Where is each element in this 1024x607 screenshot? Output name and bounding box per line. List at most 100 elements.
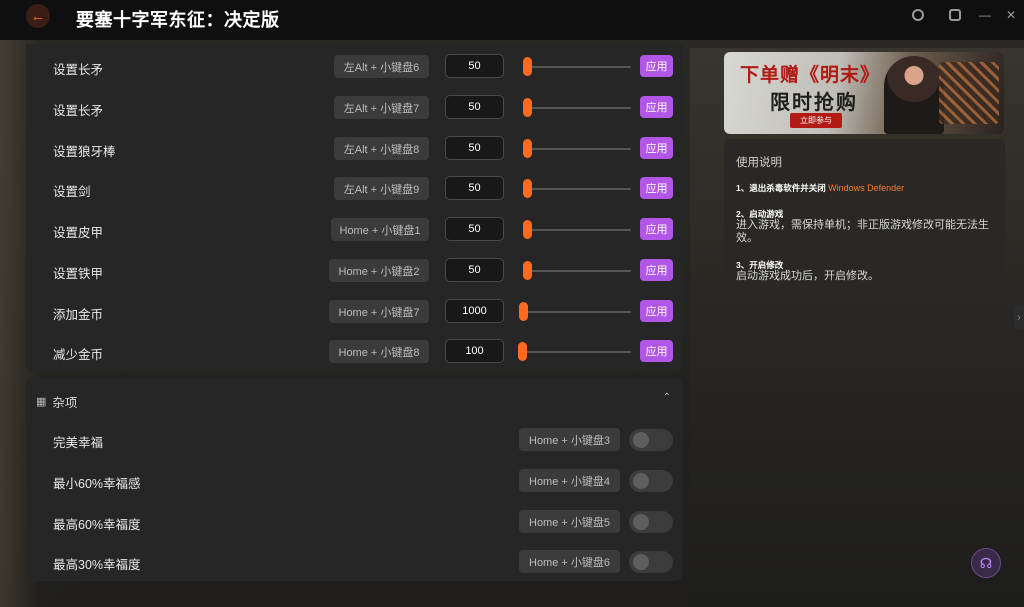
cheat-label: 添加金币 [53, 308, 104, 322]
value-slider[interactable] [524, 66, 631, 68]
slider-thumb[interactable] [523, 57, 532, 76]
apply-button[interactable]: 应用 [640, 300, 673, 322]
step3-text: 启动游戏成功后，开启修改。 [736, 270, 879, 282]
grid-icon: ▦ [36, 396, 47, 408]
minimize-button[interactable]: — [978, 8, 992, 22]
value-slider[interactable] [524, 107, 631, 109]
misc-header[interactable]: ▦ 杂项 [36, 392, 77, 411]
banner-character-image [884, 56, 944, 134]
instructions-title: 使用说明 [736, 157, 782, 169]
hotkey-badge[interactable]: 左Alt + 小键盘8 [334, 137, 429, 160]
toggle-row: 完美幸福 Home + 小键盘3 [26, 424, 683, 456]
cheat-label: 设置皮甲 [53, 226, 104, 240]
hotkey-badge[interactable]: Home + 小键盘4 [519, 469, 620, 492]
hotkey-badge[interactable]: 左Alt + 小键盘6 [334, 55, 429, 78]
hotkey-badge[interactable]: Home + 小键盘3 [519, 428, 620, 451]
toggle-label: 最小60%幸福感 [53, 477, 141, 491]
cheat-panel: 设置长矛 左Alt + 小键盘6 50 应用 设置长矛 左Alt + 小键盘7 … [26, 44, 683, 372]
hotkey-badge[interactable]: Home + 小键盘8 [329, 340, 429, 363]
toggle-switch[interactable] [629, 551, 673, 573]
toggle-row: 最高60%幸福度 Home + 小键盘5 [26, 506, 683, 538]
toggle-label: 最高60%幸福度 [53, 518, 141, 532]
value-input[interactable]: 100 [445, 339, 504, 363]
value-slider[interactable] [522, 351, 631, 353]
app-title: 要塞十字军东征：决定版 [76, 10, 280, 30]
apply-button[interactable]: 应用 [640, 218, 673, 240]
toggle-label: 完美幸福 [53, 436, 104, 450]
cheat-label: 设置长矛 [53, 63, 104, 77]
chevron-up-icon[interactable]: ⌃ [663, 392, 671, 403]
cheat-row: 设置剑 左Alt + 小键盘9 50 应用 [26, 173, 683, 205]
value-input[interactable]: 50 [445, 258, 504, 282]
cheat-label: 减少金币 [53, 348, 104, 362]
toggle-label: 最高30%幸福度 [53, 558, 141, 572]
toggle-knob [633, 514, 649, 530]
cheat-label: 设置狼牙棒 [53, 145, 116, 159]
step1-highlight: Windows Defender [828, 183, 905, 193]
cheat-row: 减少金币 Home + 小键盘8 100 应用 [26, 336, 683, 368]
slider-thumb[interactable] [518, 342, 527, 361]
value-slider[interactable] [524, 270, 631, 272]
banner-art [939, 62, 999, 124]
user-button[interactable] [911, 8, 925, 22]
value-input[interactable]: 50 [445, 217, 504, 241]
cheat-row: 设置长矛 左Alt + 小键盘6 50 应用 [26, 51, 683, 83]
cheat-label: 设置长矛 [53, 104, 104, 118]
value-slider[interactable] [524, 229, 631, 231]
step1-title: 1、退出杀毒软件并关闭 Windows Defender [736, 182, 904, 194]
user-icon [912, 9, 924, 21]
slider-thumb[interactable] [523, 179, 532, 198]
promo-banner[interactable]: 下单赠《明末》 限时抢购 立即参与 [724, 52, 1004, 134]
hotkey-badge[interactable]: 左Alt + 小键盘9 [334, 177, 429, 200]
apply-button[interactable]: 应用 [640, 137, 673, 159]
toggle-knob [633, 554, 649, 570]
slider-thumb[interactable] [519, 302, 528, 321]
hotkey-badge[interactable]: Home + 小键盘1 [331, 218, 429, 241]
banner-headline: 下单赠《明末》 [740, 64, 881, 86]
chevron-right-icon[interactable]: › [1014, 306, 1024, 330]
value-slider[interactable] [522, 311, 631, 313]
toggle-switch[interactable] [629, 511, 673, 533]
toggle-row: 最高30%幸福度 Home + 小键盘6 [26, 546, 683, 578]
value-slider[interactable] [524, 188, 631, 190]
hotkey-badge[interactable]: Home + 小键盘2 [329, 259, 429, 282]
slider-thumb[interactable] [523, 139, 532, 158]
hotkey-badge[interactable]: 左Alt + 小键盘7 [334, 96, 429, 119]
back-button[interactable]: ← [26, 4, 50, 28]
toggle-switch[interactable] [629, 429, 673, 451]
arrow-left-icon: ← [30, 7, 46, 25]
banner-cta-button[interactable]: 立即参与 [790, 113, 842, 128]
banner-subheadline: 限时抢购 [770, 90, 858, 114]
apply-button[interactable]: 应用 [640, 96, 673, 118]
slider-thumb[interactable] [523, 220, 532, 239]
close-button[interactable]: ✕ [1004, 8, 1018, 22]
value-slider[interactable] [524, 148, 631, 150]
value-input[interactable]: 50 [445, 54, 504, 78]
cheat-row: 添加金币 Home + 小键盘7 1000 应用 [26, 296, 683, 328]
hotkey-badge[interactable]: Home + 小键盘6 [519, 550, 620, 573]
toggle-switch[interactable] [629, 470, 673, 492]
apply-button[interactable]: 应用 [640, 259, 673, 281]
cheat-row: 设置长矛 左Alt + 小键盘7 50 应用 [26, 92, 683, 124]
value-input[interactable]: 50 [445, 176, 504, 200]
slider-thumb[interactable] [523, 98, 532, 117]
apply-button[interactable]: 应用 [640, 177, 673, 199]
apply-button[interactable]: 应用 [640, 340, 673, 362]
close-icon: ✕ [1005, 8, 1017, 22]
minimize-icon: — [979, 8, 991, 22]
value-input[interactable]: 50 [445, 136, 504, 160]
instructions-panel: 使用说明 1、退出杀毒软件并关闭 Windows Defender 2、启动游戏… [724, 139, 1005, 295]
hotkey-badge[interactable]: Home + 小键盘5 [519, 510, 620, 533]
misc-title: 杂项 [52, 396, 78, 410]
toggle-row: 最小60%幸福感 Home + 小键盘4 [26, 465, 683, 497]
cheat-row: 设置铁甲 Home + 小键盘2 50 应用 [26, 255, 683, 287]
support-button[interactable]: ☊ [971, 548, 1001, 578]
settings-button[interactable] [948, 8, 962, 22]
apply-button[interactable]: 应用 [640, 55, 673, 77]
hotkey-badge[interactable]: Home + 小键盘7 [329, 300, 429, 323]
value-input[interactable]: 50 [445, 95, 504, 119]
toggle-knob [633, 432, 649, 448]
step2-text: 进入游戏，需保持单机；非正版游戏修改可能无法生效。 [736, 219, 989, 244]
value-input[interactable]: 1000 [445, 299, 504, 323]
slider-thumb[interactable] [523, 261, 532, 280]
